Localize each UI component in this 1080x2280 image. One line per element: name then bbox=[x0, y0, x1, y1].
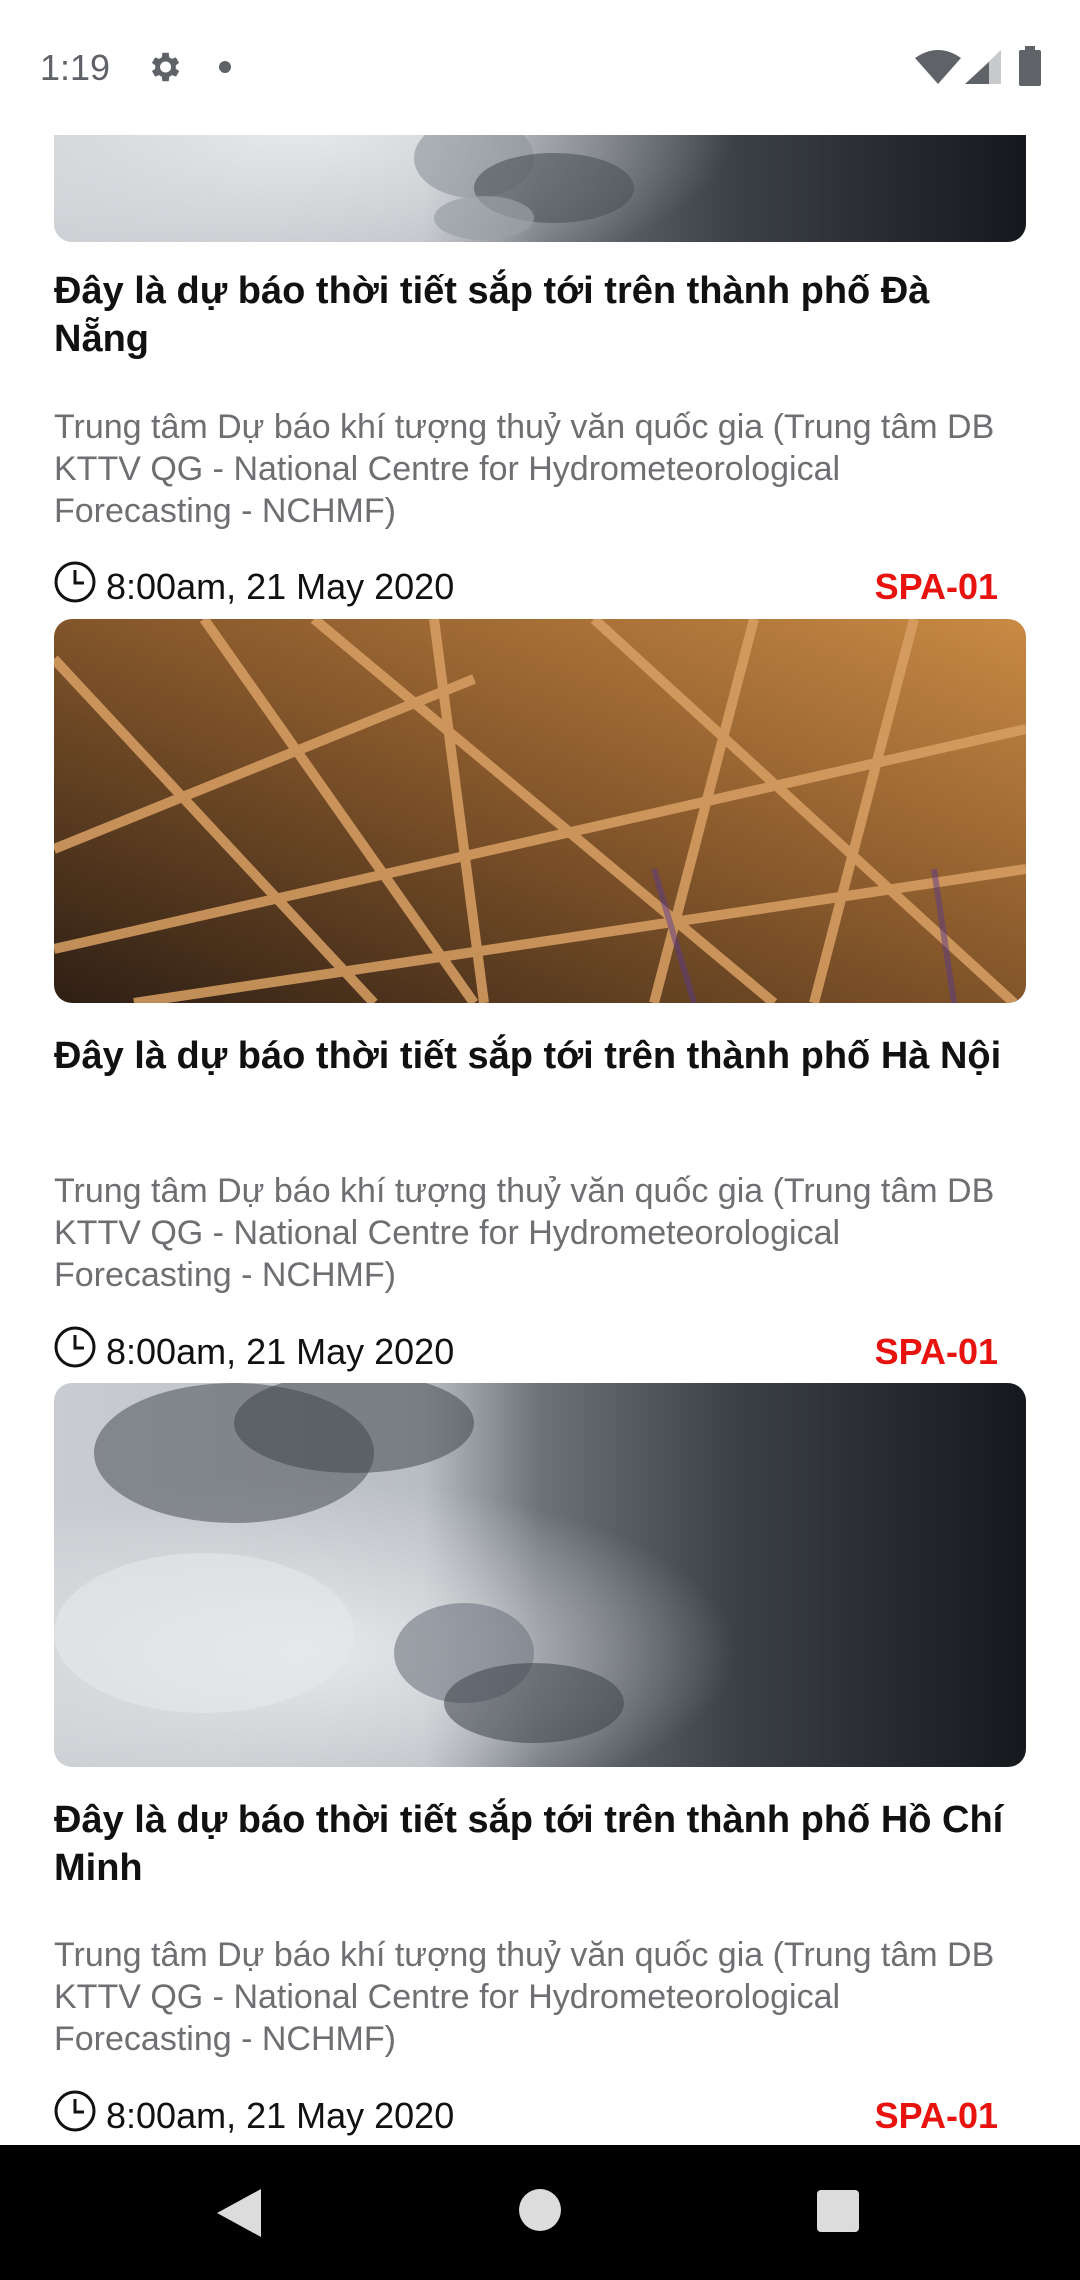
wifi-icon bbox=[915, 50, 961, 84]
navigation-bar bbox=[0, 2145, 1080, 2280]
news-meta: 8:00am, 21 May 2020 SPA-01 bbox=[54, 561, 998, 611]
clock-icon bbox=[54, 1326, 96, 1368]
cell-signal-icon bbox=[965, 50, 1001, 84]
news-meta: 8:00am, 21 May 2020 SPA-01 bbox=[54, 1326, 998, 1376]
home-icon[interactable] bbox=[519, 2189, 561, 2231]
news-title[interactable]: Đây là dự báo thời tiết sắp tới trên thà… bbox=[54, 1796, 1026, 1892]
news-code-badge: SPA-01 bbox=[874, 2095, 998, 2136]
news-title[interactable]: Đây là dự báo thời tiết sắp tới trên thà… bbox=[54, 267, 1026, 363]
status-time: 1:19 bbox=[40, 47, 111, 88]
news-code-badge: SPA-01 bbox=[874, 566, 998, 607]
news-date: 8:00am, 21 May 2020 bbox=[106, 1331, 455, 1372]
clock-icon bbox=[54, 561, 96, 603]
news-title[interactable]: Đây là dự báo thời tiết sắp tới trên thà… bbox=[54, 1032, 1026, 1080]
news-date: 8:00am, 21 May 2020 bbox=[106, 566, 455, 607]
gear-icon bbox=[151, 52, 180, 82]
steel-roof-image[interactable] bbox=[54, 619, 1026, 1003]
storm-clouds-image[interactable] bbox=[54, 135, 1026, 242]
storm-clouds-image[interactable] bbox=[54, 1383, 1026, 1767]
news-description: Trung tâm Dự báo khí tượng thuỷ văn quốc… bbox=[54, 1172, 995, 1294]
notification-dot-icon bbox=[219, 61, 231, 73]
news-date: 8:00am, 21 May 2020 bbox=[106, 2095, 455, 2136]
news-description: Trung tâm Dự báo khí tượng thuỷ văn quốc… bbox=[54, 1936, 995, 2058]
clock-icon bbox=[54, 2090, 96, 2132]
recents-icon[interactable] bbox=[817, 2190, 859, 2232]
battery-icon bbox=[1019, 46, 1041, 86]
news-description: Trung tâm Dự báo khí tượng thuỷ văn quốc… bbox=[54, 408, 995, 530]
news-meta: 8:00am, 21 May 2020 SPA-01 bbox=[54, 2090, 998, 2140]
status-bar: 1:19 bbox=[0, 0, 1080, 135]
news-feed[interactable]: Đây là dự báo thời tiết sắp tới trên thà… bbox=[0, 135, 1080, 2145]
news-code-badge: SPA-01 bbox=[874, 1331, 998, 1372]
back-icon[interactable] bbox=[217, 2189, 261, 2237]
